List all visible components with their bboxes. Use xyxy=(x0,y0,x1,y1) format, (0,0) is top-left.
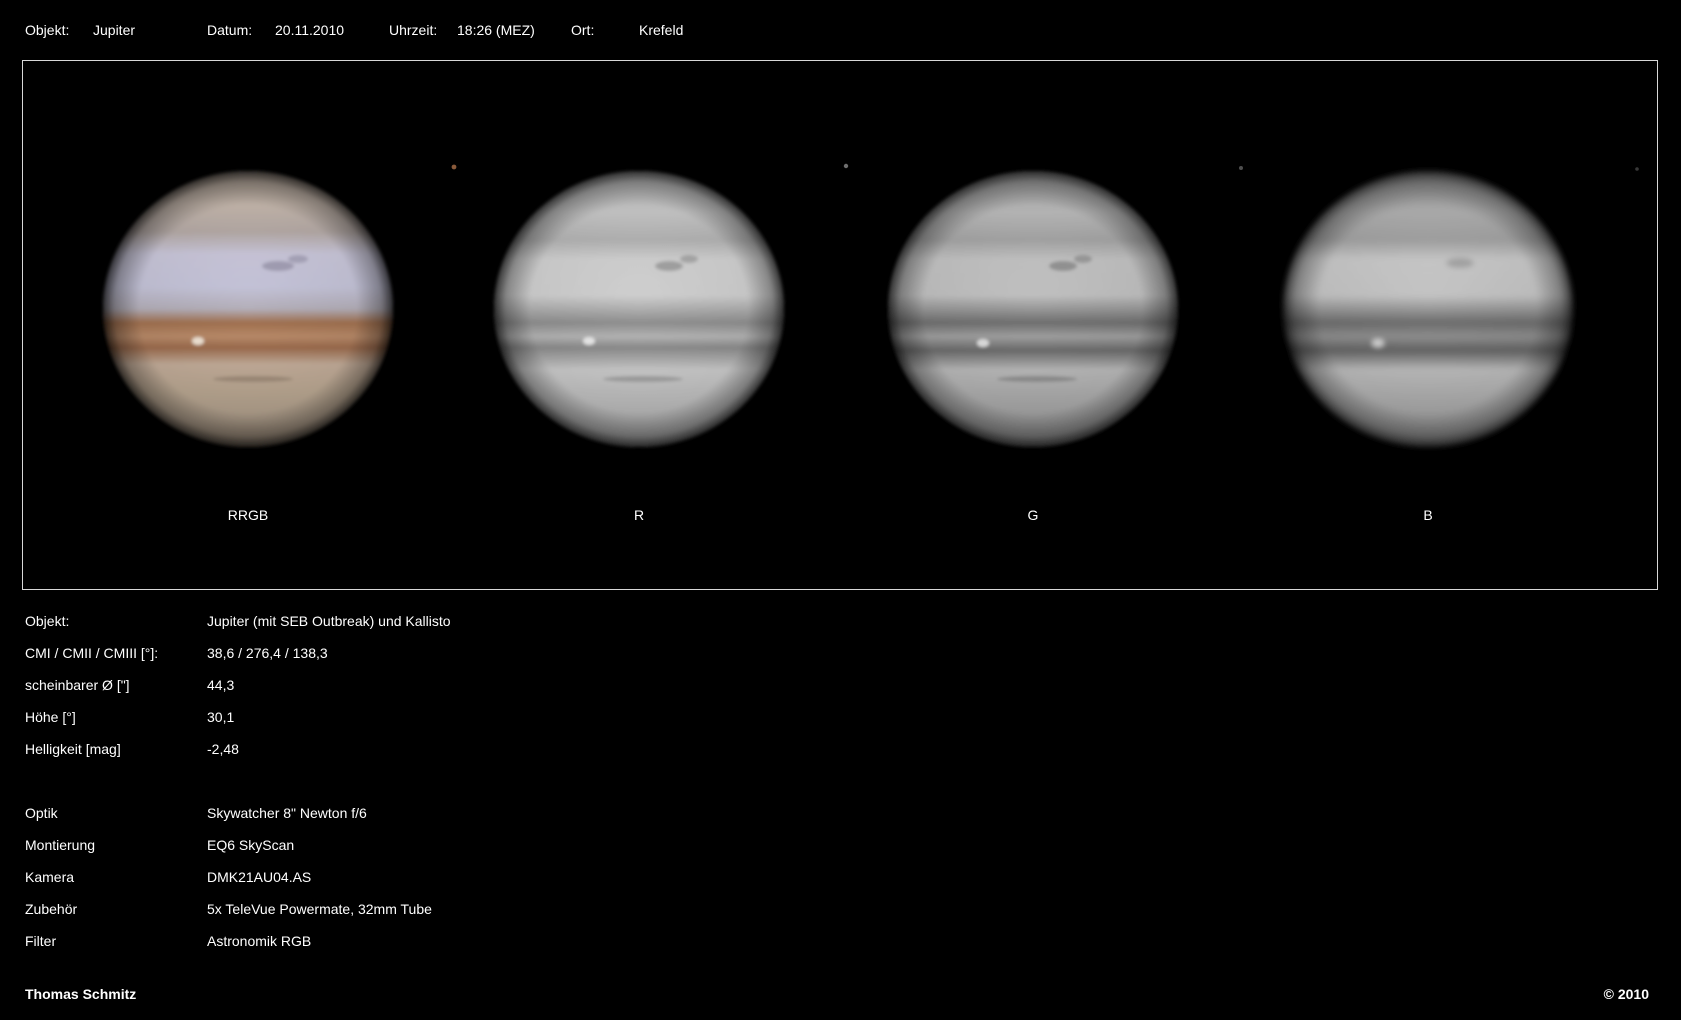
header-label-date: Datum: xyxy=(207,22,253,38)
detail-value: 44,3 xyxy=(207,677,235,693)
header-label-time: Uhrzeit: xyxy=(389,22,438,38)
detail-label: Helligkeit [mag] xyxy=(25,741,121,757)
planet-g xyxy=(888,171,1178,447)
equipment-value: Skywatcher 8" Newton f/6 xyxy=(207,805,367,821)
detail-label: Objekt: xyxy=(25,613,70,629)
equipment-label: Optik xyxy=(25,805,58,821)
equipment-label: Filter xyxy=(25,933,57,949)
planet-rrgb xyxy=(103,171,393,447)
equipment-value: 5x TeleVue Powermate, 32mm Tube xyxy=(207,901,432,917)
equipment-value: DMK21AU04.AS xyxy=(207,869,312,885)
detail-label: Höhe [°] xyxy=(25,709,76,725)
equipment-label: Kamera xyxy=(25,869,75,885)
image-frame: RRGB R G B xyxy=(22,60,1658,590)
planet-b xyxy=(1283,171,1573,447)
detail-value: 30,1 xyxy=(207,709,235,725)
panel-label-b: B xyxy=(1423,507,1433,523)
detail-label: CMI / CMII / CMIII [°]: xyxy=(25,645,159,661)
header-value-date: 20.11.2010 xyxy=(275,22,345,38)
header-value-object: Jupiter xyxy=(93,22,136,38)
moon-callisto-b xyxy=(1635,167,1639,171)
planet-r xyxy=(494,171,784,447)
header-label-location: Ort: xyxy=(571,22,595,38)
panel-label-r: R xyxy=(633,507,645,523)
author-name: Thomas Schmitz xyxy=(25,986,137,1002)
detail-label: scheinbarer Ø ["] xyxy=(25,677,130,693)
detail-value: 38,6 / 276,4 / 138,3 xyxy=(207,645,328,661)
moon-callisto-g xyxy=(1239,166,1243,170)
detail-value: -2,48 xyxy=(207,741,239,757)
equipment-value: Astronomik RGB xyxy=(207,933,312,949)
panel-label-g: G xyxy=(1027,507,1039,523)
equipment-value: EQ6 SkyScan xyxy=(207,837,295,853)
panel-label-rrgb: RRGB xyxy=(227,507,269,523)
copyright: © 2010 xyxy=(1603,986,1649,1002)
equipment-label: Montierung xyxy=(25,837,96,853)
header-label-object: Objekt: xyxy=(25,22,70,38)
header-value-time: 18:26 (MEZ) xyxy=(457,22,535,38)
detail-value: Jupiter (mit SEB Outbreak) und Kallisto xyxy=(207,613,451,629)
header-value-location: Krefeld xyxy=(639,22,684,38)
moon-callisto-r xyxy=(843,163,849,169)
equipment-label: Zubehör xyxy=(25,901,78,917)
moon-callisto-rrgb xyxy=(451,164,457,170)
